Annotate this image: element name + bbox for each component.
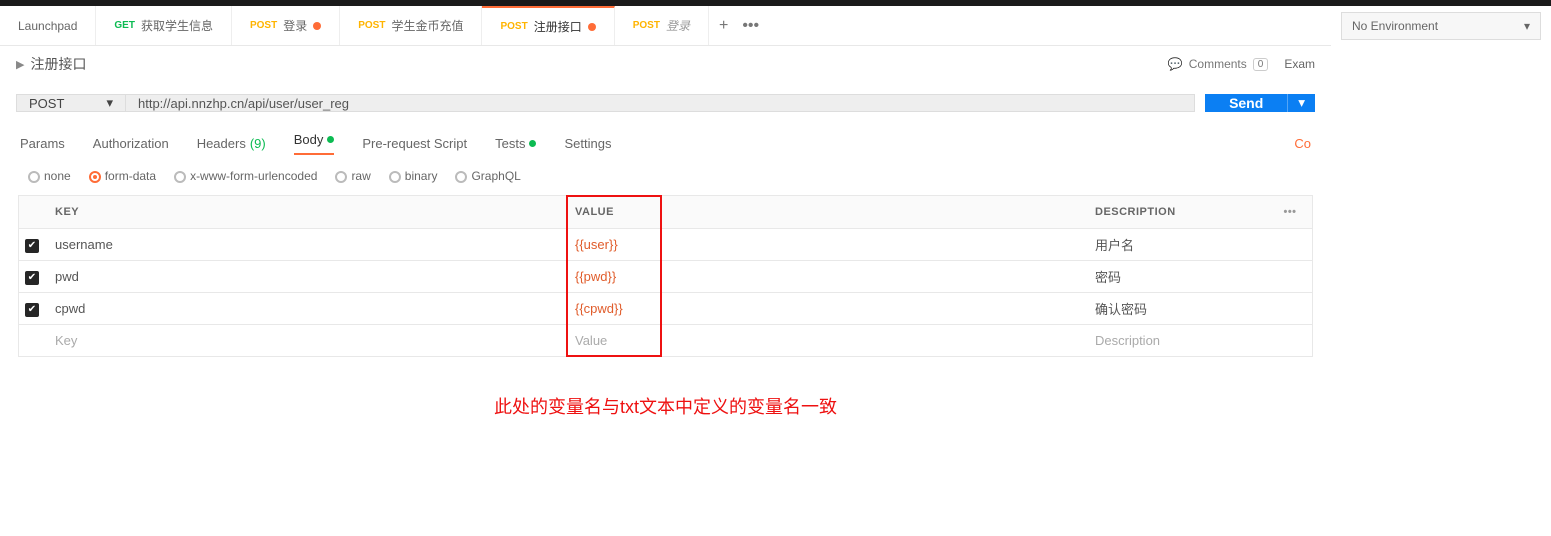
bodytype-urlencoded[interactable]: x-www-form-urlencoded bbox=[174, 169, 317, 183]
comments-count: 0 bbox=[1253, 58, 1269, 71]
method-badge: GET bbox=[114, 20, 135, 31]
radio-icon bbox=[335, 171, 347, 183]
bodytype-graphql[interactable]: GraphQL bbox=[455, 169, 520, 183]
table-row-new[interactable]: Key Value Description bbox=[18, 325, 1313, 357]
unsaved-dot-icon bbox=[313, 22, 321, 30]
bodytype-none[interactable]: none bbox=[28, 169, 71, 183]
form-data-table: KEY VALUE DESCRIPTION ••• ✔ username {{u… bbox=[18, 195, 1313, 357]
cell-key[interactable]: cpwd bbox=[47, 301, 567, 316]
cell-description[interactable]: 用户名 bbox=[1087, 235, 1268, 254]
cell-key[interactable]: pwd bbox=[47, 269, 567, 284]
indicator-dot-icon bbox=[327, 136, 334, 143]
subtab-authorization[interactable]: Authorization bbox=[93, 136, 169, 151]
tab-label: 获取学生信息 bbox=[141, 17, 213, 34]
cookies-link[interactable]: Co bbox=[1294, 136, 1311, 151]
cell-description[interactable]: 确认密码 bbox=[1087, 299, 1268, 318]
cell-description-placeholder[interactable]: Description bbox=[1087, 333, 1268, 348]
radio-icon bbox=[28, 171, 40, 183]
subtab-body[interactable]: Body bbox=[294, 132, 335, 155]
tab-launchpad[interactable]: Launchpad bbox=[0, 6, 96, 45]
method-badge: POST bbox=[500, 21, 527, 32]
unsaved-dot-icon bbox=[588, 23, 596, 31]
cell-value-placeholder[interactable]: Value bbox=[567, 333, 1087, 348]
header-description: DESCRIPTION bbox=[1087, 206, 1268, 218]
url-input[interactable]: http://api.nnzhp.cn/api/user/user_reg bbox=[126, 94, 1195, 112]
subtab-params[interactable]: Params bbox=[20, 136, 65, 151]
tab-register[interactable]: POST 注册接口 bbox=[482, 6, 614, 45]
tabs-bar: Launchpad GET 获取学生信息 POST 登录 POST 学生金币充值… bbox=[0, 6, 1331, 46]
radio-icon bbox=[455, 171, 467, 183]
http-method-select[interactable]: POST ▾ bbox=[16, 94, 126, 112]
send-dropdown-button[interactable]: ▾ bbox=[1287, 94, 1315, 112]
header-value: VALUE bbox=[567, 206, 1087, 218]
header-key: KEY bbox=[47, 206, 567, 218]
tab-label: 登录 bbox=[666, 17, 690, 34]
cell-key[interactable]: username bbox=[47, 237, 567, 252]
comments-label: Comments bbox=[1189, 57, 1247, 71]
send-button[interactable]: Send bbox=[1205, 94, 1287, 112]
url-value: http://api.nnzhp.cn/api/user/user_reg bbox=[138, 96, 349, 111]
new-tab-button[interactable]: + bbox=[719, 17, 728, 35]
environment-label: No Environment bbox=[1352, 19, 1438, 33]
tab-recharge[interactable]: POST 学生金币充值 bbox=[340, 6, 482, 45]
cell-value[interactable]: {{user}} bbox=[567, 237, 1087, 252]
environment-select[interactable]: No Environment ▾ bbox=[1341, 12, 1541, 40]
indicator-dot-icon bbox=[529, 140, 536, 147]
headers-label: Headers bbox=[197, 136, 246, 151]
tab-login-2[interactable]: POST 登录 bbox=[615, 6, 709, 45]
subtab-prerequest[interactable]: Pre-request Script bbox=[362, 136, 467, 151]
radio-icon bbox=[174, 171, 186, 183]
tab-get-student[interactable]: GET 获取学生信息 bbox=[96, 6, 232, 45]
headers-count: (9) bbox=[250, 136, 266, 151]
radio-icon bbox=[389, 171, 401, 183]
subtab-settings[interactable]: Settings bbox=[564, 136, 611, 151]
tab-login-1[interactable]: POST 登录 bbox=[232, 6, 340, 45]
bodytype-formdata[interactable]: form-data bbox=[89, 169, 156, 183]
subtab-tests[interactable]: Tests bbox=[495, 136, 536, 151]
tests-label: Tests bbox=[495, 136, 525, 151]
tab-overflow-button[interactable]: ••• bbox=[742, 17, 759, 35]
tab-label: 学生金币充值 bbox=[391, 17, 463, 34]
table-row[interactable]: ✔ cpwd {{cpwd}} 确认密码 bbox=[18, 293, 1313, 325]
table-row[interactable]: ✔ username {{user}} 用户名 bbox=[18, 229, 1313, 261]
chevron-down-icon: ▾ bbox=[106, 95, 113, 111]
collapse-icon[interactable]: ▶ bbox=[16, 58, 24, 71]
annotation-text: 此处的变量名与txt文本中定义的变量名一致 bbox=[0, 393, 1331, 419]
row-checkbox[interactable]: ✔ bbox=[25, 271, 39, 285]
method-badge: POST bbox=[633, 20, 660, 31]
row-checkbox[interactable]: ✔ bbox=[25, 239, 39, 253]
tab-label: Launchpad bbox=[18, 19, 77, 33]
table-row[interactable]: ✔ pwd {{pwd}} 密码 bbox=[18, 261, 1313, 293]
request-title: 注册接口 bbox=[30, 54, 86, 74]
cell-key-placeholder[interactable]: Key bbox=[47, 333, 567, 348]
cell-value[interactable]: {{cpwd}} bbox=[567, 301, 1087, 316]
row-checkbox[interactable]: ✔ bbox=[25, 303, 39, 317]
body-label: Body bbox=[294, 132, 324, 147]
method-badge: POST bbox=[250, 20, 277, 31]
bodytype-raw[interactable]: raw bbox=[335, 169, 370, 183]
tab-label: 登录 bbox=[283, 17, 307, 34]
bodytype-binary[interactable]: binary bbox=[389, 169, 438, 183]
method-badge: POST bbox=[358, 20, 385, 31]
table-header-row: KEY VALUE DESCRIPTION ••• bbox=[18, 195, 1313, 229]
comment-icon: 💬 bbox=[1168, 57, 1183, 71]
cell-value[interactable]: {{pwd}} bbox=[567, 269, 1087, 284]
bulk-edit-button[interactable]: ••• bbox=[1268, 206, 1312, 218]
tab-label: 注册接口 bbox=[534, 18, 582, 35]
cell-description[interactable]: 密码 bbox=[1087, 267, 1268, 286]
chevron-down-icon: ▾ bbox=[1524, 19, 1530, 33]
radio-selected-icon bbox=[89, 171, 101, 183]
comments-button[interactable]: 💬 Comments 0 bbox=[1168, 57, 1269, 71]
examples-button[interactable]: Exam bbox=[1284, 57, 1315, 71]
subtab-headers[interactable]: Headers (9) bbox=[197, 136, 266, 151]
method-value: POST bbox=[29, 96, 64, 111]
